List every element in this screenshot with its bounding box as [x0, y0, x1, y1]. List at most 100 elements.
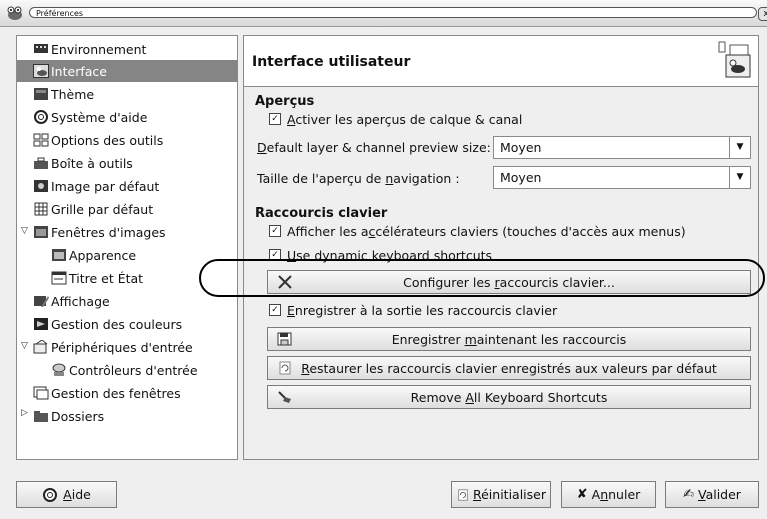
- restore-icon: [458, 488, 468, 501]
- image-window-icon: [34, 226, 48, 238]
- tree-item-peripheriques-entree[interactable]: Périphériques d'entrée: [33, 336, 253, 358]
- preferences-page-interface: Interface utilisateur Aperçus ✓ Activer …: [243, 35, 759, 460]
- navigation-preview-size-select[interactable]: Moyen ▼: [493, 166, 751, 189]
- title-status-icon: [51, 271, 67, 285]
- layer-preview-size-label: Default layer & channel preview size:: [257, 140, 491, 155]
- tree-item-label: Fenêtres d'images: [51, 224, 166, 240]
- appearance-icon: [52, 249, 66, 261]
- tree-item-affichage[interactable]: Affichage: [33, 290, 253, 312]
- tree-item-label: Affichage: [51, 293, 110, 309]
- tree-item-systeme-aide[interactable]: Système d'aide: [33, 106, 253, 128]
- reset-button[interactable]: Réinitialiser: [451, 481, 551, 508]
- remove-all-shortcuts-label: Remove All Keyboard Shortcuts: [410, 389, 608, 405]
- cancel-label: Annuler: [591, 487, 641, 502]
- save-shortcuts-now-label: Enregistrer maintenant les raccourcis: [391, 331, 627, 347]
- tree-item-boite-outils[interactable]: Boîte à outils: [33, 152, 253, 174]
- preferences-category-tree[interactable]: Environnement Interface Thème Système d'…: [16, 35, 238, 460]
- tree-item-label: Titre et État: [69, 270, 144, 286]
- save-on-exit-checkbox-row[interactable]: ✓ Enregistrer à la sortie les raccourcis…: [269, 301, 557, 319]
- enable-previews-label: Activer les aperçus de calque & canal: [287, 111, 523, 127]
- configure-shortcuts-button[interactable]: Configurer les raccourcis clavier...: [267, 270, 751, 294]
- tree-item-titre-etat[interactable]: Titre et État: [51, 267, 271, 289]
- section-title-previews: Aperçus: [255, 94, 315, 109]
- show-accelerators-label: Afficher les accélérateurs claviers (tou…: [287, 223, 686, 239]
- page-title: Interface utilisateur: [252, 54, 411, 70]
- tree-item-theme[interactable]: Thème: [33, 83, 253, 105]
- tree-item-label: Image par défaut: [51, 178, 160, 194]
- monitor-chip-icon: [34, 44, 48, 53]
- ok-label: Valider: [697, 487, 741, 502]
- enable-previews-checkbox[interactable]: ✓: [269, 113, 281, 125]
- image-icon: [34, 180, 48, 192]
- save-on-exit-checkbox[interactable]: ✓: [269, 304, 281, 316]
- tree-item-gestion-couleurs[interactable]: Gestion des couleurs: [33, 313, 253, 335]
- window-management-icon: [33, 386, 49, 400]
- tree-item-image-defaut[interactable]: Image par défaut: [33, 175, 253, 197]
- dynamic-shortcuts-checkbox-row[interactable]: ✓ Use dynamic keyboard shortcuts: [269, 246, 492, 264]
- tree-item-label: Interface: [51, 63, 107, 79]
- tree-item-label: Système d'aide: [51, 109, 148, 125]
- theme-icon: [34, 88, 48, 100]
- show-accelerators-checkbox-row[interactable]: ✓ Afficher les accélérateurs claviers (t…: [269, 222, 686, 240]
- broom-icon: [278, 391, 291, 403]
- chevron-down-icon[interactable]: ▼: [729, 137, 750, 158]
- tree-item-label: Gestion des fenêtres: [51, 385, 181, 401]
- tree-item-gestion-fenetres[interactable]: Gestion des fenêtres: [33, 382, 253, 404]
- layer-preview-size-value: Moyen: [500, 140, 542, 155]
- tree-item-label: Gestion des couleurs: [51, 316, 183, 332]
- tree-item-dossiers[interactable]: Dossiers: [33, 405, 253, 427]
- expander-open-icon[interactable]: ▽: [21, 226, 28, 236]
- close-icon: ✘: [576, 487, 588, 502]
- toolbox-icon: [34, 157, 48, 169]
- dynamic-shortcuts-checkbox[interactable]: ✓: [269, 249, 281, 261]
- chevron-down-icon[interactable]: ▼: [729, 167, 750, 188]
- restore-default-shortcuts-button[interactable]: Restaurer les raccourcis clavier enregis…: [267, 356, 751, 380]
- tree-item-label: Contrôleurs d'entrée: [69, 362, 198, 378]
- tool-options-icon: [33, 133, 49, 147]
- tree-item-fenetres-images[interactable]: Fenêtres d'images: [33, 221, 253, 243]
- tree-item-options-outils[interactable]: Options des outils: [33, 129, 253, 151]
- tree-item-label: Périphériques d'entrée: [51, 339, 193, 355]
- navigation-preview-size-label: Taille de l'aperçu de navigation :: [257, 171, 460, 186]
- restore-default-shortcuts-label: Restaurer les raccourcis clavier enregis…: [301, 360, 717, 376]
- help-button[interactable]: Aide: [16, 481, 117, 508]
- ok-button[interactable]: ✍ Valider: [665, 481, 759, 508]
- save-floppy-icon: [277, 332, 292, 346]
- show-accelerators-checkbox[interactable]: ✓: [269, 225, 281, 237]
- lifebuoy-icon: [34, 110, 48, 124]
- folders-icon: [34, 411, 48, 422]
- save-shortcuts-now-button[interactable]: Enregistrer maintenant les raccourcis: [267, 327, 751, 351]
- expander-open-icon[interactable]: ▽: [21, 341, 28, 351]
- tree-item-interface[interactable]: Interface: [17, 60, 237, 82]
- grid-icon: [34, 202, 48, 216]
- reset-label: Réinitialiser: [472, 487, 546, 502]
- interface-page-icon: [718, 41, 751, 78]
- dynamic-shortcuts-label: Use dynamic keyboard shortcuts: [287, 247, 493, 263]
- cancel-button[interactable]: ✘ Annuler: [561, 481, 656, 508]
- tree-item-label: Apparence: [69, 247, 137, 263]
- configure-shortcuts-label: Configurer les raccourcis clavier...: [403, 274, 615, 290]
- close-window-button[interactable]: x: [758, 7, 767, 21]
- tree-item-label: Environnement: [51, 41, 147, 57]
- layer-preview-size-select[interactable]: Moyen ▼: [493, 136, 751, 159]
- tools-cross-icon: [278, 275, 292, 289]
- controller-icon: [52, 363, 66, 376]
- tree-item-controleurs-entree[interactable]: Contrôleurs d'entrée: [51, 359, 271, 381]
- display-icon: [34, 296, 49, 307]
- tree-item-apparence[interactable]: Apparence: [51, 244, 271, 266]
- tree-item-grille-defaut[interactable]: Grille par défaut: [33, 198, 253, 220]
- expander-closed-icon[interactable]: ▷: [21, 408, 28, 418]
- tree-item-label: Boîte à outils: [51, 155, 133, 171]
- lifebuoy-icon: [43, 487, 58, 502]
- restore-icon: [279, 361, 291, 375]
- title-bar: Préférences x: [0, 0, 767, 27]
- enable-previews-checkbox-row[interactable]: ✓ Activer les aperçus de calque & canal: [269, 110, 522, 128]
- tree-item-environnement[interactable]: Environnement: [33, 38, 253, 60]
- ok-hand-icon: ✍: [683, 487, 694, 502]
- navigation-preview-size-value: Moyen: [500, 170, 542, 185]
- tree-item-label: Options des outils: [51, 132, 164, 148]
- gimp-wilber-icon[interactable]: [6, 5, 24, 21]
- tree-item-label: Grille par défaut: [51, 201, 154, 217]
- remove-all-shortcuts-button[interactable]: Remove All Keyboard Shortcuts: [267, 385, 751, 409]
- save-on-exit-label: Enregistrer à la sortie les raccourcis c…: [287, 302, 558, 318]
